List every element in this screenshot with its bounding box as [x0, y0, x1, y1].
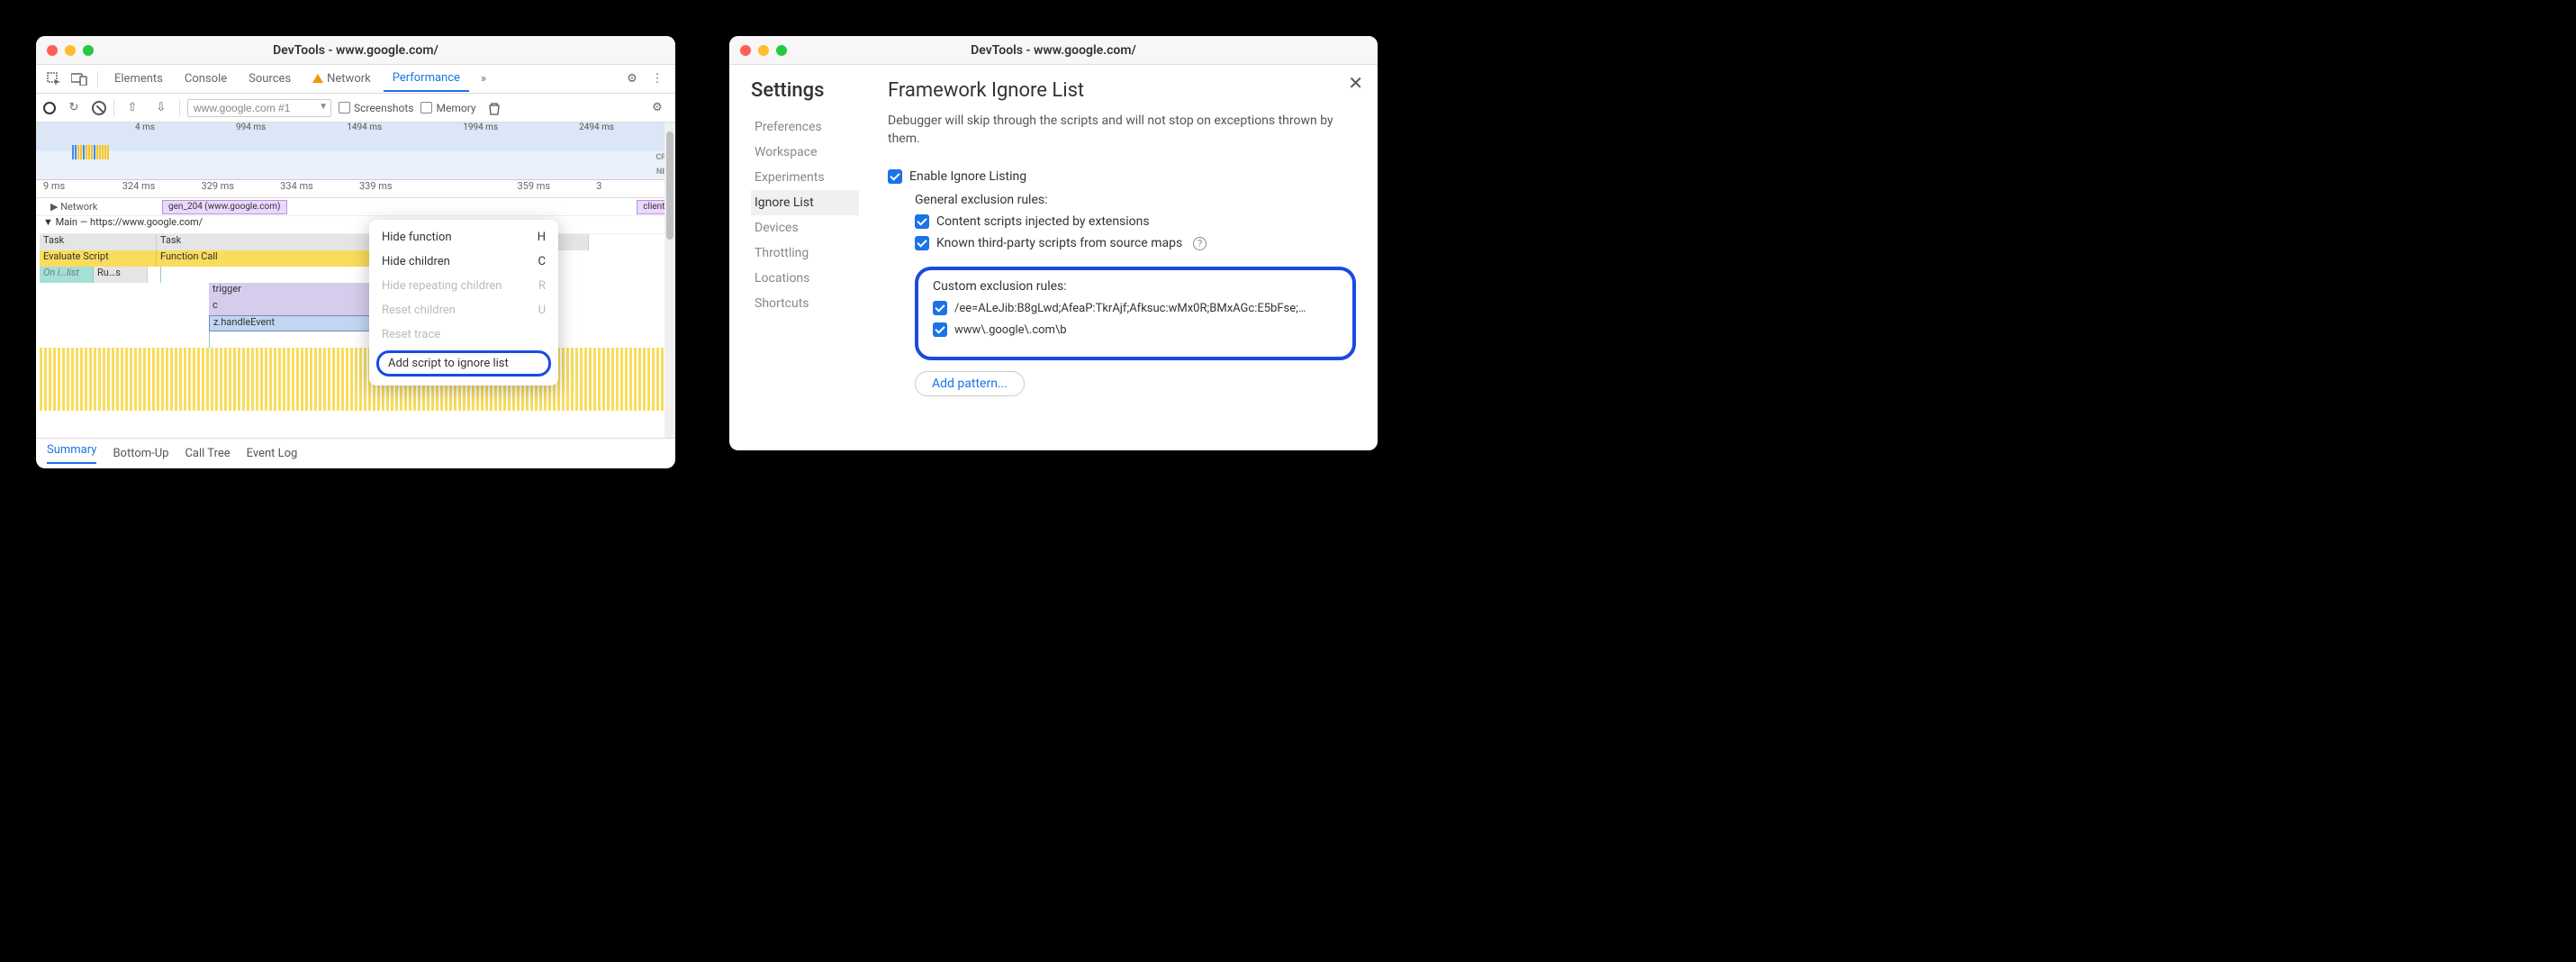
page-description: Debugger will skip through the scripts a… [888, 113, 1356, 148]
btab-eventlog[interactable]: Event Log [247, 447, 298, 460]
titlebar[interactable]: DevTools - www.google.com/ [36, 36, 675, 65]
titlebar[interactable]: DevTools - www.google.com/ [729, 36, 1378, 65]
settings-heading: Settings [751, 79, 859, 102]
ctx-add-ignore-list[interactable]: Add script to ignore list [376, 350, 551, 377]
flame-evaluate-script[interactable]: Evaluate Script [40, 250, 157, 267]
ignore-highlight[interactable]: On ignore list [160, 267, 161, 283]
network-track[interactable]: ▶ Network gen_204 (www.google.com) clien… [36, 198, 675, 216]
ctx-reset-children: Reset childrenU [369, 298, 558, 322]
vertical-scrollbar[interactable] [664, 123, 675, 438]
more-menu-icon[interactable] [646, 68, 668, 90]
nav-throttling[interactable]: Throttling [751, 240, 859, 266]
btab-summary[interactable]: Summary [47, 443, 96, 464]
custom-rules-heading: Custom exclusion rules: [933, 279, 1338, 294]
flame-ignore-cell[interactable]: On i…list [40, 267, 94, 283]
rule-third-party-scripts[interactable]: Known third-party scripts from source ma… [915, 236, 1356, 250]
gc-icon[interactable] [484, 97, 505, 119]
context-menu: Hide functionH Hide childrenC Hide repea… [369, 220, 558, 386]
main-track-header[interactable]: ▼ Main — https://www.google.com/ [36, 216, 675, 234]
screenshots-checkbox[interactable]: Screenshots [339, 102, 413, 114]
custom-rules-highlight: Custom exclusion rules: /ee=ALeJib:B8gLw… [915, 267, 1356, 360]
time-ruler: 9 ms 324 ms 329 ms 334 ms 339 ms 359 ms … [36, 180, 675, 198]
load-profile-icon[interactable] [122, 97, 143, 119]
record-button-icon[interactable] [43, 102, 56, 114]
ctx-reset-trace: Reset trace [369, 322, 558, 347]
clear-icon[interactable] [92, 101, 106, 115]
network-bar-gen204[interactable]: gen_204 (www.google.com) [162, 200, 287, 214]
ctx-hide-repeating: Hide repeating childrenR [369, 274, 558, 298]
checkbox-checked-icon [933, 322, 947, 337]
timeline-overview[interactable]: 4 ms 994 ms 1494 ms 1994 ms 2494 ms CPU … [36, 123, 675, 180]
panel-settings-icon[interactable] [621, 68, 643, 90]
page-title: Framework Ignore List [888, 79, 1356, 102]
performance-toolbar: ▼ Screenshots Memory [36, 94, 675, 123]
minimize-window-icon[interactable] [758, 45, 769, 56]
flame-chart[interactable]: Task Task Evaluate Script Function Call … [36, 234, 675, 411]
devtools-panel-tabs: Elements Console Sources Network Perform… [36, 65, 675, 94]
inspect-icon[interactable] [43, 68, 65, 90]
ctx-hide-children[interactable]: Hide childrenC [369, 250, 558, 274]
flame-task[interactable]: Task [40, 234, 157, 250]
tab-sources[interactable]: Sources [240, 67, 300, 91]
flame-stripes [40, 348, 675, 411]
btab-bottomup[interactable]: Bottom-Up [113, 447, 168, 460]
maximize-window-icon[interactable] [83, 45, 94, 56]
general-rules-heading: General exclusion rules: [915, 193, 1356, 207]
dropdown-caret-icon[interactable]: ▼ [319, 102, 328, 112]
capture-settings-icon[interactable] [646, 97, 668, 119]
nav-shortcuts[interactable]: Shortcuts [751, 291, 859, 316]
device-toggle-icon[interactable] [68, 68, 90, 90]
settings-content: ✕ Framework Ignore List Debugger will sk… [888, 79, 1356, 429]
detail-tabs: Summary Bottom-Up Call Tree Event Log [36, 438, 675, 468]
tab-console[interactable]: Console [176, 67, 236, 91]
close-window-icon[interactable] [47, 45, 58, 56]
nav-locations[interactable]: Locations [751, 266, 859, 291]
window-title: DevTools - www.google.com/ [36, 43, 675, 58]
btab-calltree[interactable]: Call Tree [185, 447, 230, 460]
profile-select[interactable] [187, 99, 331, 117]
flame-run-cell[interactable]: Ru…s [94, 267, 148, 283]
checkbox-checked-icon [933, 301, 947, 315]
checkbox-checked-icon [888, 169, 902, 184]
settings-sidebar: Settings Preferences Workspace Experimen… [751, 79, 859, 429]
rule-content-scripts[interactable]: Content scripts injected by extensions [915, 214, 1356, 229]
maximize-window-icon[interactable] [776, 45, 787, 56]
reload-record-icon[interactable] [63, 97, 85, 119]
checkbox-checked-icon [915, 214, 929, 229]
devtools-settings-window: DevTools - www.google.com/ Settings Pref… [729, 36, 1378, 450]
save-profile-icon[interactable] [150, 97, 172, 119]
minimize-window-icon[interactable] [65, 45, 76, 56]
help-icon[interactable]: ? [1193, 237, 1207, 250]
add-pattern-button[interactable]: Add pattern... [915, 371, 1025, 396]
tab-elements[interactable]: Elements [105, 67, 172, 91]
ctx-hide-function[interactable]: Hide functionH [369, 225, 558, 250]
enable-ignore-listing-checkbox[interactable]: Enable Ignore Listing [888, 169, 1356, 184]
nav-ignore-list[interactable]: Ignore List [751, 190, 859, 215]
custom-rule-1[interactable]: /ee=ALeJib:B8gLwd;AfeaP:TkrAjf;Afksuc:wM… [933, 301, 1338, 315]
nav-workspace[interactable]: Workspace [751, 140, 859, 165]
nav-devices[interactable]: Devices [751, 215, 859, 240]
nav-preferences[interactable]: Preferences [751, 114, 859, 140]
tab-performance[interactable]: Performance [384, 66, 469, 92]
timeline-area[interactable]: 4 ms 994 ms 1494 ms 1994 ms 2494 ms CPU … [36, 123, 675, 438]
checkbox-checked-icon [915, 236, 929, 250]
memory-checkbox[interactable]: Memory [420, 102, 475, 114]
custom-rule-2[interactable]: www\.google\.com\b [933, 322, 1338, 337]
close-window-icon[interactable] [740, 45, 751, 56]
tab-network[interactable]: Network [303, 67, 380, 91]
close-settings-icon[interactable]: ✕ [1348, 72, 1363, 94]
more-tabs-icon[interactable] [473, 68, 494, 90]
devtools-performance-window: DevTools - www.google.com/ Elements Cons… [36, 36, 675, 468]
nav-experiments[interactable]: Experiments [751, 165, 859, 190]
ignore-highlight-2[interactable]: On ignore list [209, 331, 210, 348]
window-title: DevTools - www.google.com/ [729, 43, 1378, 58]
